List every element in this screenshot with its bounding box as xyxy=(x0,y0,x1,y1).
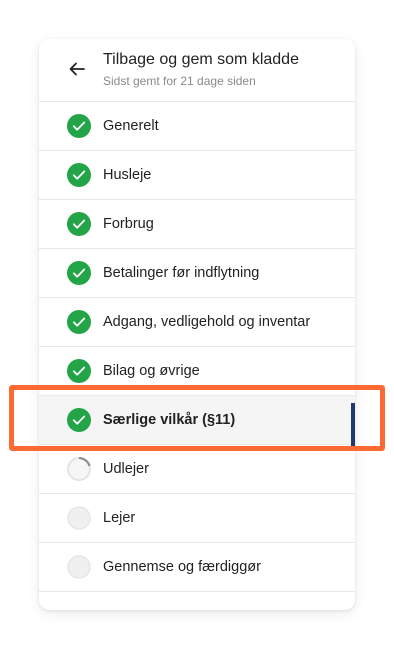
check-circle-icon xyxy=(67,408,91,432)
check-circle-icon xyxy=(67,163,91,187)
header-title[interactable]: Tilbage og gem som kladde xyxy=(103,51,299,69)
step-item[interactable]: Gennemse og færdiggør xyxy=(39,543,355,592)
step-item[interactable]: Betalinger før indflytning xyxy=(39,249,355,298)
check-circle-icon xyxy=(67,359,91,383)
check-circle-icon xyxy=(67,310,91,334)
empty-circle-icon xyxy=(67,555,91,579)
progress-circle-icon xyxy=(67,457,91,481)
check-circle-icon xyxy=(67,114,91,138)
steps-list: Generelt Husleje Forbrug Betalinger før ind… xyxy=(39,102,355,592)
step-label: Forbrug xyxy=(103,216,154,232)
step-label: Udlejer xyxy=(103,461,149,477)
step-label: Særlige vilkår (§11) xyxy=(103,412,236,428)
arrow-left-icon xyxy=(69,62,85,76)
step-item[interactable]: Lejer xyxy=(39,494,355,543)
empty-circle-icon xyxy=(67,506,91,530)
step-item[interactable]: Husleje xyxy=(39,151,355,200)
step-item[interactable]: Udlejer xyxy=(39,445,355,494)
step-item[interactable]: Særlige vilkår (§11) xyxy=(39,396,355,451)
check-circle-icon xyxy=(67,261,91,285)
check-circle-icon xyxy=(67,212,91,236)
step-item[interactable]: Forbrug xyxy=(39,200,355,249)
step-label: Adgang, vedligehold og inventar xyxy=(103,314,311,330)
step-item[interactable]: Generelt xyxy=(39,102,355,151)
step-label: Generelt xyxy=(103,118,159,134)
wizard-navigation-card: Tilbage og gem som kladde Sidst gemt for… xyxy=(39,39,355,610)
active-step-indicator xyxy=(351,403,355,451)
step-label: Betalinger før indflytning xyxy=(103,265,260,281)
step-label: Lejer xyxy=(103,510,136,526)
step-label: Husleje xyxy=(103,167,152,183)
step-item[interactable]: Bilag og øvrige xyxy=(39,347,355,396)
header: Tilbage og gem som kladde Sidst gemt for… xyxy=(39,39,355,102)
back-button[interactable] xyxy=(67,59,87,79)
step-item[interactable]: Adgang, vedligehold og inventar xyxy=(39,298,355,347)
step-label: Gennemse og færdiggør xyxy=(103,559,261,575)
step-label: Bilag og øvrige xyxy=(103,363,200,379)
last-saved-text: Sidst gemt for 21 dage siden xyxy=(103,74,256,88)
